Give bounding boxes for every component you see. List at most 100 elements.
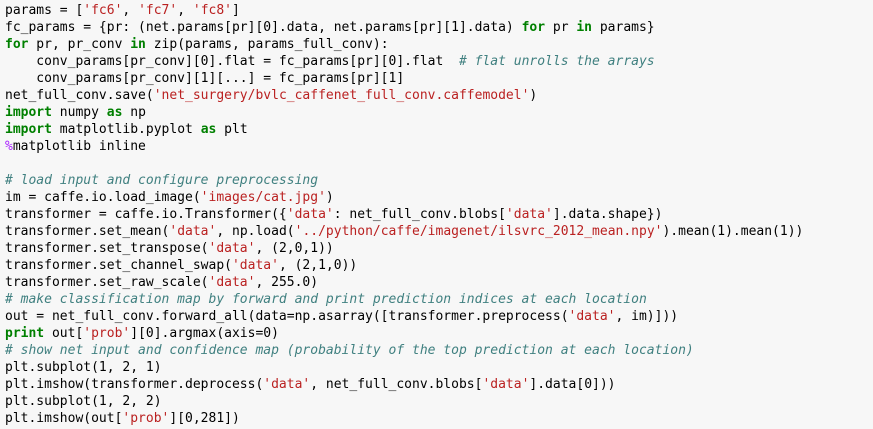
code-text: numpy — [51, 105, 107, 120]
code-text: ].data[0])) — [529, 377, 616, 392]
code-text: net_full_conv.save( — [5, 88, 154, 103]
code-line: # make classification map by forward and… — [5, 291, 873, 308]
code-text: , — [122, 3, 139, 18]
code-text: np — [122, 105, 146, 120]
code-text: , — [177, 3, 193, 18]
code-text: : net_full_conv.blobs[ — [333, 207, 506, 222]
code-text: transformer.set_raw_scale( — [5, 275, 209, 290]
code-keyword: import — [5, 122, 52, 137]
code-line: import matplotlib.pyplot as plt — [5, 121, 873, 138]
code-line: transformer.set_channel_swap('data', (2,… — [5, 257, 873, 274]
code-comment: # flat unrolls the arrays — [458, 54, 655, 69]
code-line: for pr, pr_conv in zip(params, params_fu… — [5, 36, 873, 53]
code-text: ].data.shape}) — [552, 207, 663, 222]
code-string: '../python/caffe/imagenet/ilsvrc_2012_me… — [294, 224, 663, 239]
code-text: fc_params = {pr: (net.params[pr][0].data… — [5, 20, 522, 35]
code-keyword: print — [5, 326, 45, 341]
code-comment: # load input and configure preprocessing — [5, 173, 319, 188]
code-string: 'fc8' — [192, 3, 233, 18]
code-line: params = ['fc6', 'fc7', 'fc8'] — [5, 2, 873, 19]
code-keyword: for — [5, 37, 29, 52]
code-text: , np.load( — [216, 224, 295, 239]
code-line: out = net_full_conv.forward_all(data=np.… — [5, 308, 873, 325]
code-line: import numpy as np — [5, 104, 873, 121]
code-line: net_full_conv.save('net_surgery/bvlc_caf… — [5, 87, 873, 104]
code-string: 'data' — [263, 377, 311, 392]
code-line: im = caffe.io.load_image('images/cat.jpg… — [5, 189, 873, 206]
code-text: out = net_full_conv.forward_all(data=np.… — [5, 309, 569, 324]
code-text: ) — [529, 88, 538, 103]
code-text: ] — [232, 3, 240, 18]
code-text: zip(params, params_full_conv): — [145, 37, 389, 52]
code-string: 'data' — [231, 258, 279, 273]
code-keyword: as — [106, 105, 123, 120]
code-text: plt.imshow(out[ — [5, 411, 123, 426]
code-string: 'images/cat.jpg' — [200, 190, 326, 205]
code-text: im = caffe.io.load_image( — [5, 190, 201, 205]
code-keyword: import — [5, 105, 52, 120]
code-text: conv_params[pr_conv][0].flat = fc_params… — [5, 54, 459, 69]
code-text: ][0].argmax(axis=0) — [130, 326, 279, 341]
code-line: # load input and configure preprocessing — [5, 172, 873, 189]
code-comment: # show net input and confidence map (pro… — [5, 343, 694, 358]
code-text: plt.imshow(transformer.deprocess( — [5, 377, 264, 392]
code-string: 'data' — [505, 207, 553, 222]
code-text: , (2,0,1)) — [255, 241, 334, 256]
code-string: 'prob' — [122, 411, 170, 426]
code-text: out[ — [44, 326, 84, 341]
code-text: , (2,1,0)) — [278, 258, 358, 273]
code-editor[interactable]: params = ['fc6', 'fc7', 'fc8'] fc_params … — [0, 0, 873, 429]
code-text: transformer = caffe.io.Transformer({ — [5, 207, 287, 222]
code-keyword: in — [130, 37, 146, 52]
code-keyword: in — [576, 20, 593, 35]
code-text: transformer.set_channel_swap( — [5, 258, 232, 273]
code-text: pr — [545, 20, 577, 35]
code-string: 'data' — [208, 275, 256, 290]
code-keyword: as — [200, 122, 217, 137]
code-text: transformer.set_transpose( — [5, 241, 209, 256]
code-text: plt.subplot(1, 2, 1) — [5, 360, 162, 375]
code-text: params} — [592, 20, 655, 35]
code-string: 'data' — [482, 377, 530, 392]
code-text: , net_full_conv.blobs[ — [310, 377, 483, 392]
code-line: conv_params[pr_conv][1][...] = fc_params… — [5, 70, 873, 87]
code-string: 'fc6' — [83, 3, 123, 18]
code-comment: # make classification map by forward and… — [5, 292, 647, 307]
code-text: conv_params[pr_conv][1][...] = fc_params… — [5, 71, 405, 86]
code-text: ][0,281]) — [169, 411, 240, 426]
code-line: transformer.set_transpose('data', (2,0,1… — [5, 240, 873, 257]
code-line: conv_params[pr_conv][0].flat = fc_params… — [5, 53, 873, 70]
code-line: plt.imshow(out['prob'][0,281]) — [5, 410, 873, 427]
code-line: # show net input and confidence map (pro… — [5, 342, 873, 359]
code-text: , im)])) — [615, 309, 679, 324]
code-text: plt.subplot(1, 2, 2) — [5, 394, 162, 409]
code-line: transformer.set_mean('data', np.load('..… — [5, 223, 873, 240]
code-text: matplotlib.pyplot — [51, 122, 201, 137]
code-text: , 255.0) — [255, 275, 319, 290]
code-text: ) — [325, 190, 334, 205]
code-string: 'net_surgery/bvlc_caffenet_full_conv.caf… — [153, 88, 530, 103]
code-text: matplotlib inline — [12, 139, 146, 154]
code-string: 'data' — [169, 224, 217, 239]
code-keyword: for — [521, 20, 546, 35]
code-string: 'prob' — [83, 326, 131, 341]
code-line: plt.subplot(1, 2, 1) — [5, 359, 873, 376]
code-text: params = [ — [5, 3, 84, 18]
code-string: 'data' — [568, 309, 616, 324]
code-text: plt — [216, 122, 248, 137]
code-line: print out['prob'][0].argmax(axis=0) — [5, 325, 873, 342]
code-line: plt.subplot(1, 2, 2) — [5, 393, 873, 410]
code-string: 'fc7' — [138, 3, 178, 18]
code-magic-operator: % — [5, 139, 13, 154]
code-line: fc_params = {pr: (net.params[pr][0].data… — [5, 19, 873, 36]
code-text: transformer.set_mean( — [5, 224, 170, 239]
code-string: 'data' — [208, 241, 256, 256]
code-string: 'data' — [286, 207, 334, 222]
code-line: %matplotlib inline — [5, 138, 873, 155]
code-text: ).mean(1).mean(1)) — [662, 224, 804, 239]
code-line: transformer.set_raw_scale('data', 255.0) — [5, 274, 873, 291]
code-text: pr, pr_conv — [28, 37, 131, 52]
code-line: transformer = caffe.io.Transformer({'dat… — [5, 206, 873, 223]
code-line: plt.imshow(transformer.deprocess('data',… — [5, 376, 873, 393]
